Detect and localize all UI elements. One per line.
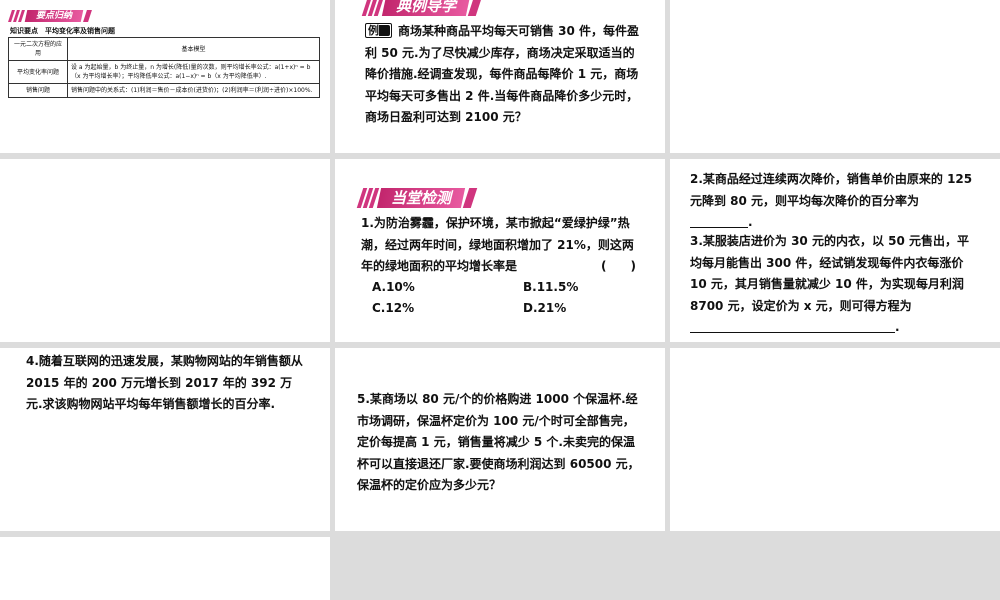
example-tag: 例 xyxy=(365,23,392,38)
table-header-row: 一元二次方程的应用 基本模型 xyxy=(8,37,320,61)
question-2: 2.某商品经过连续两次降价，销售单价由原来的 125 元降到 80 元，则平均每… xyxy=(690,169,975,234)
table-row: 平均变化率问题 设 a 为起始量，b 为终止量，n 为增长(降低)量的次数，则平… xyxy=(8,60,320,84)
knowledge-point-label: 知识要点 平均变化率及销售问题 xyxy=(10,27,115,35)
table-row-text: 销售问题中的关系式：(1)利润＝售价－成本价(进货价)；(2)利润率＝(利润÷进… xyxy=(67,83,320,98)
slide-blank-1[interactable] xyxy=(670,0,1000,153)
check-banner: 当堂检测 xyxy=(356,188,478,208)
banner-stripes xyxy=(361,0,385,16)
option-c[interactable]: C.12% xyxy=(372,301,414,315)
question-2-end: . xyxy=(748,215,753,229)
banner-stripes xyxy=(356,188,380,208)
slide-blank-2[interactable] xyxy=(0,159,330,342)
banner-tail xyxy=(467,0,483,16)
banner-tail xyxy=(83,10,92,22)
table-header-right: 基本模型 xyxy=(67,37,320,61)
question-4: 4.随着互联网的迅速发展，某购物网站的年销售额从 2015 年的 200 万元增… xyxy=(26,351,308,416)
question-5: 5.某商场以 80 元/个的价格购进 1000 个保温杯.经市场调研，保温杯定价… xyxy=(357,389,643,497)
slide-question-5[interactable]: 5.某商场以 80 元/个的价格购进 1000 个保温杯.经市场调研，保温杯定价… xyxy=(335,348,665,531)
banner-stripes xyxy=(8,10,25,22)
example-text: 商场某种商品平均每天可销售 30 件，每件盈利 50 元.为了尽快减少库存，商场… xyxy=(365,24,640,124)
key-points-table: 一元二次方程的应用 基本模型 平均变化率问题 设 a 为起始量，b 为终止量，n… xyxy=(8,37,320,98)
example-banner: 典例导学 xyxy=(361,0,483,16)
example-banner-label: 典例导学 xyxy=(396,0,457,15)
table-row-name: 销售问题 xyxy=(8,83,68,98)
question-1-text: 1.为防治雾霾，保护环境，某市掀起“爱绿护绿”热潮，经过两年时间，绿地面积增加了… xyxy=(361,216,634,273)
slide-key-points[interactable]: 要点归纳 知识要点 平均变化率及销售问题 一元二次方程的应用 基本模型 平均变化… xyxy=(0,0,330,153)
table-row-name: 平均变化率问题 xyxy=(8,60,68,84)
slide-blank-3[interactable] xyxy=(670,348,1000,531)
question-2-answer-blank[interactable] xyxy=(690,214,748,228)
key-points-banner-label: 要点归纳 xyxy=(36,11,73,21)
check-banner-label: 当堂检测 xyxy=(391,189,452,207)
option-d[interactable]: D.21% xyxy=(523,301,566,315)
slide-question-4[interactable]: 4.随着互联网的迅速发展，某购物网站的年销售额从 2015 年的 200 万元增… xyxy=(0,348,330,531)
option-b[interactable]: B.11.5% xyxy=(523,280,578,294)
table-row-text: 设 a 为起始量，b 为终止量，n 为增长(降低)量的次数，则平均增长率公式：a… xyxy=(67,60,320,84)
table-row: 销售问题 销售问题中的关系式：(1)利润＝售价－成本价(进货价)；(2)利润率＝… xyxy=(8,83,320,98)
slide-check[interactable]: 当堂检测 1.为防治雾霾，保护环境，某市掀起“爱绿护绿”热潮，经过两年时间，绿地… xyxy=(335,159,665,342)
option-a[interactable]: A.10% xyxy=(372,280,415,294)
question-3: 3.某服装店进价为 30 元的内衣，以 50 元售出，平均每月能售出 300 件… xyxy=(690,231,975,339)
slide-blank-4[interactable] xyxy=(0,537,330,600)
slide-example[interactable]: 典例导学 例商场某种商品平均每天可销售 30 件，每件盈利 50 元.为了尽快减… xyxy=(335,0,665,153)
question-3-end: . xyxy=(895,320,900,334)
key-points-banner: 要点归纳 xyxy=(8,10,92,22)
question-3-answer-blank[interactable] xyxy=(690,319,895,333)
question-4-text: 4.随着互联网的迅速发展，某购物网站的年销售额从 2015 年的 200 万元增… xyxy=(26,354,303,411)
question-1-answer-bracket[interactable]: ( ) xyxy=(601,256,636,278)
question-5-text: 5.某商场以 80 元/个的价格购进 1000 个保温杯.经市场调研，保温杯定价… xyxy=(357,392,640,492)
question-2-text: 2.某商品经过连续两次降价，销售单价由原来的 125 元降到 80 元，则平均每… xyxy=(690,172,973,208)
table-header-left: 一元二次方程的应用 xyxy=(8,37,68,61)
example-problem: 例商场某种商品平均每天可销售 30 件，每件盈利 50 元.为了尽快减少库存，商… xyxy=(365,21,645,129)
slide-questions-2-3[interactable]: 2.某商品经过连续两次降价，销售单价由原来的 125 元降到 80 元，则平均每… xyxy=(670,159,1000,342)
question-3-text: 3.某服装店进价为 30 元的内衣，以 50 元售出，平均每月能售出 300 件… xyxy=(690,234,970,313)
banner-tail xyxy=(462,188,478,208)
